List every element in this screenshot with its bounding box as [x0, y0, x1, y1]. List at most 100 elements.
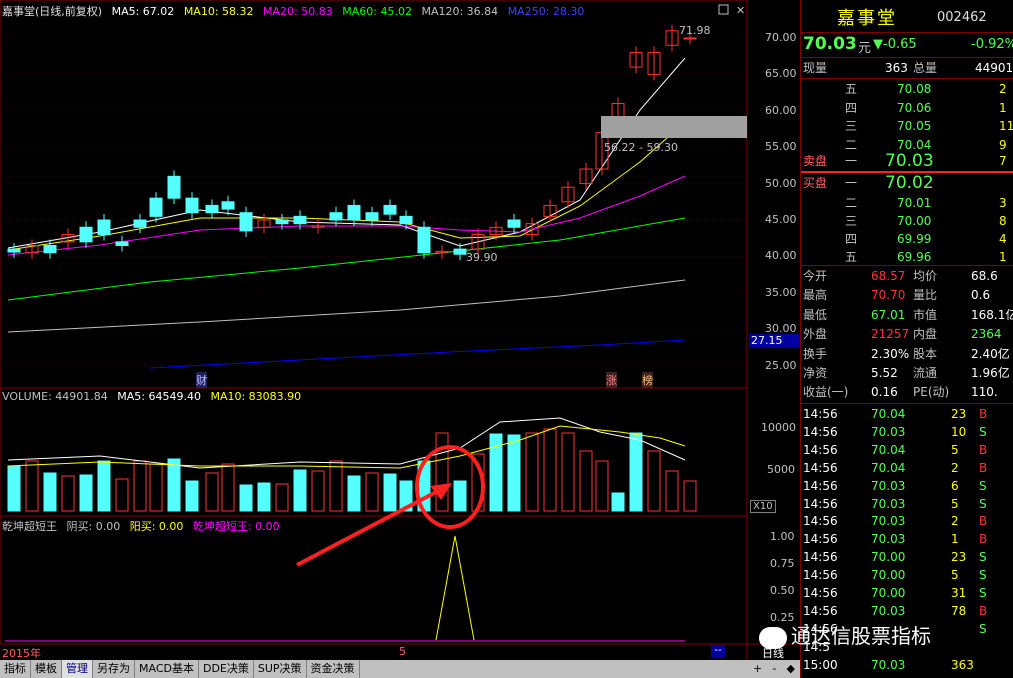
bid-row: 买盘 一 70.02 [801, 174, 1013, 192]
tick-row: 14:56 70.00 5 S [801, 566, 1013, 584]
ma60-label: MA60: 45.02 [342, 5, 412, 18]
chart-area[interactable]: ✕ 嘉事堂(日线,前复权) MA5: 67.02 MA10: 58.32 MA2… [0, 0, 800, 660]
window-max-icon[interactable] [718, 4, 729, 15]
bid-row-cell: 一 [845, 176, 858, 190]
tick-row-cell: 23 [951, 407, 967, 421]
price-axis-tick: 70.00 [765, 31, 797, 44]
candle-body [683, 37, 697, 40]
candle-body [97, 219, 111, 236]
ma120-label: MA120: 36.84 [421, 5, 499, 18]
ask-row: 卖盘 一 70.03 7 [801, 152, 1013, 170]
watermark-text: 通达信股票指标 [791, 624, 931, 648]
volume-bar [611, 492, 625, 512]
volume-ma10-label: MA10: 83083.90 [210, 390, 302, 403]
stat-row-cell: 市值 [913, 307, 938, 322]
ask-row-cell: 1 [999, 100, 1007, 115]
tick-row-cell: S [979, 496, 987, 511]
watermark: 通达信股票指标 [759, 620, 959, 649]
volume-bar [329, 460, 343, 512]
stat-row-cell: 68.57 [871, 269, 906, 283]
tab-4[interactable]: MACD基本 [135, 660, 199, 678]
quote-panel: 嘉事堂 002462 70.03 元 ▼-0.65 -0.92% 现量 363 … [759, 0, 1013, 678]
list-mark[interactable]: 榜 [642, 372, 653, 388]
candle-body [43, 244, 57, 254]
price-axis-tick: 40.00 [765, 249, 797, 263]
tick-row: 14:56 70.03 10 S [801, 423, 1013, 441]
tab-2[interactable]: 管理 [62, 660, 93, 678]
ask-row-cell: 二 [845, 137, 858, 152]
bid-row-cell: 70.02 [885, 173, 934, 193]
bid-row-cell: 五 [845, 250, 858, 264]
tab-6[interactable]: SUP决策 [254, 660, 307, 678]
volume-bar [595, 460, 609, 512]
stat-row-cell: 5.52 [871, 366, 898, 380]
tick-row-cell: 70.04 [871, 407, 906, 421]
stat-row-cell: 股本 [913, 346, 938, 361]
window-close-icon[interactable]: ✕ [736, 4, 745, 17]
candle-body [239, 212, 253, 232]
tick-row-cell: 14:56 [803, 442, 838, 457]
volume-legend: VOLUME: 44901.84 MA5: 64549.40 MA10: 830… [2, 390, 307, 403]
date-year: 2015年 [2, 647, 41, 660]
candle-body [221, 201, 235, 210]
stat-row-cell: 量比 [913, 288, 938, 303]
tick-row-cell: 70.04 [871, 460, 906, 475]
tab-5[interactable]: DDE决策 [199, 660, 254, 678]
tick-row-cell: S [979, 478, 987, 493]
xianliang-label: 现量 [803, 61, 828, 75]
rise-mark[interactable]: 涨 [606, 372, 617, 388]
candle-body [383, 204, 397, 215]
candle-body [507, 219, 521, 228]
ask-row-cell: 7 [999, 154, 1007, 168]
tick-row: 14:56 70.04 2 B [801, 459, 1013, 477]
tick-row-cell: 10 [951, 424, 967, 439]
indicator-axis-075: 0.75 [770, 557, 795, 570]
scroll-button[interactable]: -- [711, 645, 725, 657]
stat-row-cell: 最高 [803, 288, 828, 303]
volume-axis-10000: 10000 [761, 421, 796, 434]
candle-body [79, 226, 93, 243]
volume-bar [525, 432, 539, 512]
tick-row-cell: 5 [951, 496, 959, 511]
tick-row-cell: 2 [951, 514, 959, 529]
volume-bar [239, 484, 253, 512]
more-button[interactable]: ◆ [786, 660, 794, 678]
stat-row-cell: 67.01 [871, 307, 906, 322]
tab-1[interactable]: 模板 [31, 660, 62, 678]
tab-0[interactable]: 指标 [0, 660, 31, 678]
candle-body [133, 219, 147, 228]
ask-row-cell: 11 [999, 119, 1013, 133]
price-axis-tick: 60.00 [765, 103, 797, 117]
candle-body [167, 175, 181, 199]
tab-bar: 指标 模板 管理 另存为 MACD基本 DDE决策 SUP决策 资金决策 [0, 660, 800, 678]
ma20-label: MA20: 50.83 [263, 5, 333, 18]
zoom-out-button[interactable]: - [772, 660, 776, 678]
tick-row-cell: S [979, 550, 987, 565]
tab-3[interactable]: 另存为 [93, 660, 135, 678]
stat-row: 最低 67.01 市值 168.1亿 [801, 306, 1013, 324]
ask-row-cell: 三 [845, 119, 858, 133]
price-unit: 元 [858, 41, 872, 56]
bid-row-cell: 70.00 [897, 214, 932, 228]
bid-row-cell: 买盘 [803, 176, 828, 190]
volume-bar [665, 470, 679, 512]
volume-bar [629, 432, 643, 512]
stat-row-cell: 1.96亿 [971, 366, 1010, 380]
tick-row-cell: 70.03 [871, 532, 906, 547]
tick-row-cell: 2 [951, 460, 959, 475]
candle-body [149, 197, 163, 217]
bid-row-cell: 二 [845, 196, 858, 210]
price-change: ▼-0.65 [873, 37, 917, 52]
price-axis-tick: 50.00 [765, 176, 797, 190]
volume-bar [275, 483, 289, 512]
zoom-in-button[interactable]: + [753, 660, 762, 678]
volume-bar [257, 482, 271, 512]
tick-row-cell: 70.03 [871, 424, 906, 439]
tick-row-cell: 70.04 [871, 442, 906, 457]
bid-row-cell: 三 [845, 214, 858, 228]
tick-row-cell: B [979, 407, 988, 421]
candle-body [115, 241, 129, 246]
financial-mark[interactable]: 财 [196, 372, 207, 388]
tab-7[interactable]: 资金决策 [307, 660, 360, 678]
price-change-pct: -0.92% [971, 37, 1013, 52]
